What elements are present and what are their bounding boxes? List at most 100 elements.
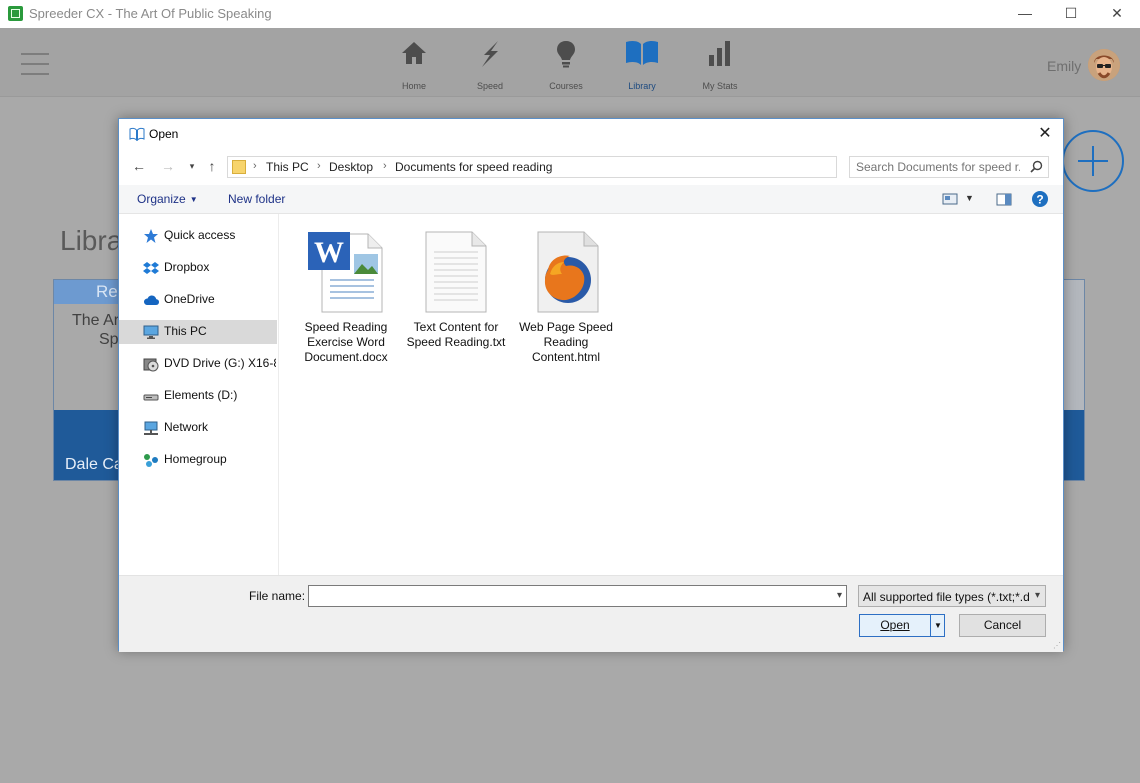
file-name-input[interactable]: [309, 586, 824, 606]
file-name-html: Web Page Speed Reading Content.html: [519, 320, 613, 364]
text-file-icon: [425, 231, 487, 313]
nav-library[interactable]: Library: [604, 28, 680, 96]
open-split-dropdown-icon[interactable]: ▼: [930, 615, 945, 636]
file-type-dropdown-icon: ▾: [1034, 590, 1040, 601]
bar-chart-icon: [709, 41, 730, 66]
card-title-line1: The Ar: [72, 312, 120, 329]
file-item-txt[interactable]: Text Content for Speed Reading.txt: [401, 228, 511, 350]
lightbulb-icon: [557, 41, 575, 68]
app-title: Spreeder CX - The Art Of Public Speaking: [29, 6, 272, 21]
nav-elements-drive[interactable]: Elements (D:): [119, 384, 277, 408]
minimize-button[interactable]: —: [1002, 0, 1048, 28]
svg-text:?: ?: [1036, 193, 1043, 207]
card-top-label: Re: [96, 282, 118, 301]
breadcrumb-this-pc[interactable]: This PC: [266, 160, 309, 174]
library-heading: Libra: [60, 225, 123, 256]
search-box[interactable]: [849, 156, 1049, 178]
dialog-close-button[interactable]: ✕: [1035, 124, 1055, 144]
back-arrow-icon[interactable]: ←: [130, 157, 148, 175]
file-item-html[interactable]: Web Page Speed Reading Content.html: [511, 228, 621, 365]
cancel-button[interactable]: Cancel: [959, 614, 1046, 637]
nav-dropbox[interactable]: Dropbox: [119, 256, 277, 280]
breadcrumb-desktop[interactable]: Desktop: [329, 160, 373, 174]
breadcrumb-chevron-icon[interactable]: ›: [317, 160, 321, 172]
up-arrow-icon[interactable]: ↑: [203, 157, 221, 175]
dvd-icon: [143, 358, 159, 372]
dialog-footer: File name: ▾ All supported file types (*…: [119, 575, 1063, 652]
breadcrumb-chevron-icon[interactable]: ›: [253, 160, 257, 172]
file-type-value: All supported file types (*.txt;*.d: [863, 590, 1029, 604]
nav-speed-label: Speed: [476, 81, 504, 91]
address-bar[interactable]: › This PC › Desktop › Documents for spee…: [227, 156, 940, 178]
network-icon: [144, 421, 158, 435]
nav-speed[interactable]: Speed: [452, 28, 528, 96]
preview-pane-icon[interactable]: [996, 193, 1012, 206]
nav-courses-label: Courses: [549, 81, 583, 91]
dropbox-icon: [143, 262, 159, 274]
dialog-title: Open: [149, 127, 179, 141]
close-button[interactable]: ✕: [1094, 0, 1140, 28]
nav-my-stats-label: My Stats: [702, 81, 738, 91]
app-titlebar: Spreeder CX - The Art Of Public Speaking…: [0, 0, 1140, 28]
star-icon: [144, 229, 158, 243]
hamburger-menu-icon[interactable]: [21, 53, 49, 75]
app-header: Home Speed Courses Library My Stats Emil…: [0, 28, 1140, 97]
spreeder-app-icon: [8, 6, 23, 21]
card-title-line2: Sp: [99, 331, 119, 348]
computer-icon: [143, 325, 159, 339]
nav-homegroup[interactable]: Homegroup: [119, 448, 277, 472]
card-author: Dale Ca: [65, 456, 123, 473]
firefox-html-icon: [537, 231, 599, 313]
forward-arrow-icon[interactable]: →: [159, 157, 177, 175]
dialog-toolbar: Organize ▼ New folder ▼ ?: [119, 185, 1063, 214]
resize-grip-icon[interactable]: ⋰: [1053, 641, 1061, 650]
nav-library-label: Library: [628, 81, 656, 91]
lightning-icon: [482, 41, 498, 67]
nav-this-pc[interactable]: This PC: [119, 320, 277, 344]
avatar[interactable]: [1088, 49, 1120, 81]
user-name[interactable]: Emily: [1047, 58, 1081, 74]
search-input[interactable]: [850, 157, 1026, 177]
nav-network[interactable]: Network: [119, 416, 277, 440]
nav-home-label: Home: [401, 81, 426, 91]
file-name-label: File name:: [249, 589, 306, 603]
nav-my-stats[interactable]: My Stats: [682, 28, 758, 96]
nav-dvd-drive[interactable]: DVD Drive (G:) X16-81: [119, 352, 277, 376]
nav-courses[interactable]: Courses: [528, 28, 604, 96]
home-icon: [402, 42, 426, 64]
homegroup-icon: [144, 454, 158, 467]
open-button[interactable]: Open ▼: [859, 614, 945, 637]
file-list: W Speed Reading Exercise Word Document.d…: [279, 214, 1063, 575]
help-icon[interactable]: ?: [1031, 190, 1049, 208]
recent-locations-chevron-icon[interactable]: ▾: [183, 157, 201, 175]
address-row: ← → ▾ ↑ › This PC › Desktop › Documents …: [119, 153, 1063, 181]
open-file-dialog: Open ✕ ← → ▾ ↑ › This PC › Desktop › Doc…: [118, 118, 1064, 652]
svg-text:W: W: [314, 236, 344, 269]
organize-label: Organize: [137, 192, 186, 206]
view-options-icon[interactable]: [942, 193, 958, 205]
file-type-select[interactable]: All supported file types (*.txt;*.d ▾: [858, 585, 1046, 607]
nav-onedrive[interactable]: OneDrive: [119, 288, 277, 312]
cloud-icon: [144, 295, 159, 305]
navigation-pane: Quick access Dropbox OneDrive This PC DV…: [119, 214, 279, 575]
file-item-docx[interactable]: W Speed Reading Exercise Word Document.d…: [291, 228, 401, 365]
dialog-titlebar: Open ✕: [119, 119, 1063, 149]
open-book-icon: [129, 127, 145, 141]
file-name-field[interactable]: ▾: [308, 585, 847, 607]
organize-menu[interactable]: Organize ▼: [137, 192, 198, 206]
open-button-label: Open: [880, 618, 910, 632]
breadcrumb-documents-folder[interactable]: Documents for speed reading: [395, 160, 552, 174]
file-name-dropdown-icon[interactable]: ▾: [837, 590, 842, 601]
search-icon: [1030, 160, 1043, 173]
view-options-dropdown-icon[interactable]: ▼: [965, 193, 974, 203]
breadcrumb-chevron-icon[interactable]: ›: [383, 160, 387, 172]
book-icon: [626, 40, 658, 65]
nav-quick-access[interactable]: Quick access: [119, 224, 277, 248]
folder-icon: [232, 160, 246, 174]
add-book-button[interactable]: [1062, 130, 1124, 192]
maximize-button[interactable]: ☐: [1048, 0, 1094, 28]
file-name-txt: Text Content for Speed Reading.txt: [406, 320, 506, 349]
word-document-icon: W: [308, 232, 383, 313]
new-folder-button[interactable]: New folder: [228, 192, 285, 206]
nav-home[interactable]: Home: [376, 28, 452, 96]
